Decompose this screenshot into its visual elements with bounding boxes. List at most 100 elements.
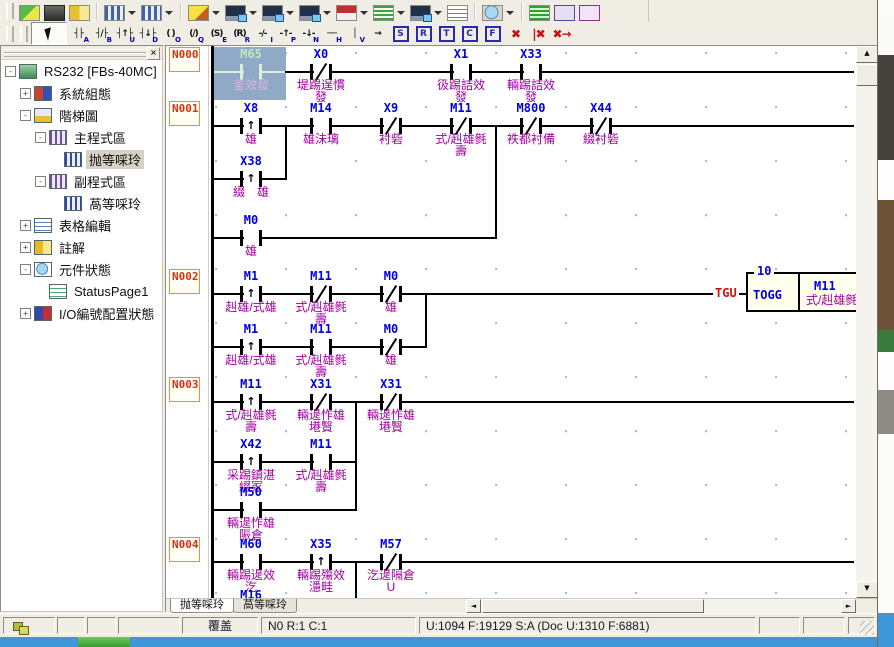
tag-icon[interactable] [336, 5, 357, 21]
vertical-scrollbar[interactable]: ▲ ▼ [856, 46, 878, 598]
tree-item-8[interactable]: +註解 [1, 236, 162, 258]
ladder-contact-M57[interactable]: M57 [356, 538, 426, 551]
dropdown-arrow-icon[interactable] [128, 11, 136, 15]
element-name[interactable]: M16 [216, 589, 286, 598]
list-icon[interactable] [373, 5, 394, 21]
ladder-contact-M0[interactable]: M0 [216, 214, 286, 227]
tree-item-0[interactable]: -RS232 [FBs-40MC] [1, 60, 162, 82]
ladder-contact-M0[interactable]: M0 [356, 323, 426, 336]
expand-toggle-icon[interactable]: - [35, 132, 46, 143]
dropdown-arrow-icon[interactable] [212, 11, 220, 15]
network-label[interactable]: N003 [169, 377, 200, 402]
expand-toggle-icon[interactable]: - [20, 264, 31, 275]
expand-toggle-icon[interactable]: + [20, 88, 31, 99]
contact-test-icon[interactable] [579, 5, 600, 21]
toolbar-grip[interactable] [6, 26, 14, 42]
ladder-contact-X42[interactable]: X42 [216, 438, 286, 451]
fun-r-tool[interactable]: R [412, 23, 435, 44]
monitor4-icon[interactable] [410, 5, 431, 21]
ladder-contact-M14[interactable]: M14 [286, 102, 356, 115]
program-tab-1[interactable]: 萵等啋玲 [233, 599, 297, 613]
dropdown-arrow-icon[interactable] [286, 11, 294, 15]
monitor3-icon[interactable] [299, 5, 320, 21]
ladder-contact-M11[interactable]: M11 [216, 378, 286, 391]
panel-header[interactable]: × [1, 46, 162, 60]
hscroll-thumb[interactable] [482, 599, 704, 613]
ladder-contact-X31[interactable]: X31 [286, 378, 356, 391]
ladder-test-icon[interactable] [554, 5, 575, 21]
pointer-tool[interactable] [31, 22, 67, 45]
ladder-contact-X8[interactable]: X8 [216, 102, 286, 115]
hline-tool[interactable]: ──H [320, 23, 343, 44]
coil-reset-tool[interactable]: (R)R [228, 23, 251, 44]
ladder-contact-M1[interactable]: M1 [216, 270, 286, 283]
dropdown-arrow-icon[interactable] [249, 11, 257, 15]
dropdown-arrow-icon[interactable] [506, 11, 514, 15]
zoom-icon[interactable] [482, 5, 503, 21]
dropdown-arrow-icon[interactable] [360, 11, 368, 15]
coil-set-tool[interactable]: (S)E [205, 23, 228, 44]
extend-tool[interactable]: → [366, 23, 389, 44]
ladder-contact-X31[interactable]: X31 [356, 378, 426, 391]
close-icon[interactable]: × [147, 47, 160, 60]
ladder-contact-X35[interactable]: X35 [286, 538, 356, 551]
grid2-icon[interactable] [141, 5, 162, 21]
ladder-canvas[interactable]: M65釜效發X0堤踢逞慣 發X1彶踢詰效 發X33輛踢詰效 發↑X8雄M14雄沬… [209, 46, 856, 598]
delete-hline-tool[interactable]: ✖→ [550, 23, 573, 44]
toolbar-grip[interactable] [6, 3, 14, 19]
rising-tool[interactable]: -↑-P [274, 23, 297, 44]
coil-not-tool[interactable]: (/)Q [182, 23, 205, 44]
edit-icon[interactable] [188, 5, 209, 21]
tree-item-11[interactable]: +I/O編號配置狀態 [1, 302, 162, 324]
convert-icon[interactable] [19, 5, 40, 21]
ladder-contact-M0[interactable]: M0 [356, 270, 426, 283]
counter-tool[interactable]: C [458, 23, 481, 44]
network-label[interactable]: N004 [169, 537, 200, 562]
tree-item-6[interactable]: 萵等啋玲 [1, 192, 162, 214]
function-tool[interactable]: F [481, 23, 504, 44]
expand-toggle-icon[interactable]: - [35, 176, 46, 187]
grid-icon[interactable] [104, 5, 125, 21]
ladder-contact-X9[interactable]: X9 [356, 102, 426, 115]
tree-item-3[interactable]: -主程式區 [1, 126, 162, 148]
tree-item-4[interactable]: 抛等啋玲 [1, 148, 162, 170]
coil-out-tool[interactable]: ( )O [159, 23, 182, 44]
expand-toggle-icon[interactable]: + [20, 308, 31, 319]
resize-grip[interactable] [860, 621, 874, 635]
vscroll-thumb[interactable] [856, 64, 878, 86]
network-label[interactable]: N002 [169, 269, 200, 294]
expand-toggle-icon[interactable]: - [20, 110, 31, 121]
scroll-left-icon[interactable]: ◄ [466, 599, 481, 613]
contact-up-tool[interactable]: ┤↑├U [113, 23, 136, 44]
monitor2-icon[interactable] [262, 5, 283, 21]
expand-toggle-icon[interactable]: + [20, 220, 31, 231]
status-list-icon[interactable] [529, 5, 550, 21]
dropdown-arrow-icon[interactable] [323, 11, 331, 15]
scroll-down-icon[interactable]: ▼ [856, 581, 878, 598]
timer-tool[interactable]: T [435, 23, 458, 44]
ladder-contact-M60[interactable]: M60 [216, 538, 286, 551]
ladder-contact-X38[interactable]: X38 [216, 155, 286, 168]
tree-item-2[interactable]: -階梯圖 [1, 104, 162, 126]
toolbar-grip[interactable] [20, 26, 28, 42]
contact-a-tool[interactable]: ┤├A [67, 23, 90, 44]
ladder-contact-X1[interactable]: X1 [426, 48, 496, 61]
ladder-contact-X44[interactable]: X44 [566, 102, 636, 115]
ladder-contact-M11[interactable]: M11 [286, 270, 356, 283]
fun-s-tool[interactable]: S [389, 23, 412, 44]
tree-item-10[interactable]: StatusPage1 [1, 280, 162, 302]
ladder-contact-M11[interactable]: M11 [426, 102, 496, 115]
ladder-contact-M65[interactable]: M65 [216, 48, 286, 61]
ladder-contact-X0[interactable]: X0 [286, 48, 356, 61]
tree-item-5[interactable]: -副程式區 [1, 170, 162, 192]
dropdown-arrow-icon[interactable] [165, 11, 173, 15]
tree-item-9[interactable]: -元件狀態 [1, 258, 162, 280]
contact-b-tool[interactable]: ┤/├B [90, 23, 113, 44]
tree-item-1[interactable]: +系統組態 [1, 82, 162, 104]
falling-tool[interactable]: -↓-N [297, 23, 320, 44]
monitor-icon[interactable] [225, 5, 246, 21]
invert-tool[interactable]: -/-I [251, 23, 274, 44]
ladder-contact-M50[interactable]: M50 [216, 486, 286, 499]
ladder-contact-M800[interactable]: M800 [496, 102, 566, 115]
vline-tool[interactable]: │V [343, 23, 366, 44]
